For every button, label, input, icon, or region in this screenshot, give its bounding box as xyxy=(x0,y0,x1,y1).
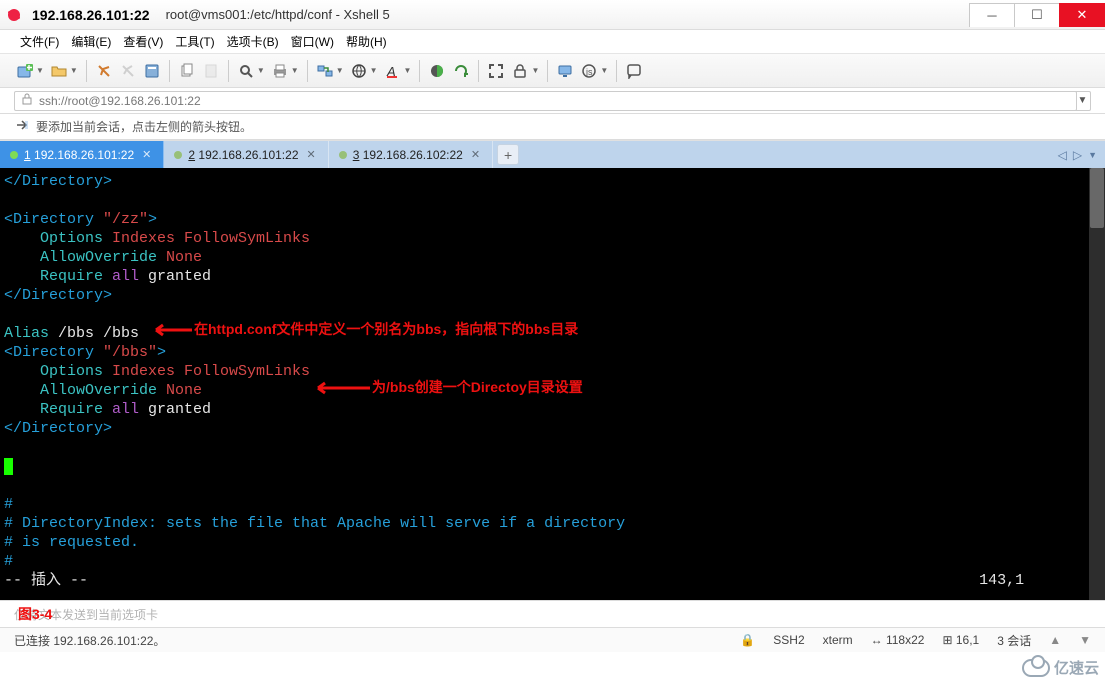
app-icon xyxy=(6,7,22,23)
close-button[interactable]: ✕ xyxy=(1059,3,1105,27)
session-tab-2[interactable]: 2 192.168.26.101:22 ✕ xyxy=(164,141,328,168)
menu-file[interactable]: 文件(F) xyxy=(16,31,63,52)
hint-bar: 要添加当前会话，点击左侧的箭头按钮。 xyxy=(0,114,1105,140)
open-session-icon[interactable] xyxy=(48,60,70,82)
dropdown-icon[interactable]: ▼ xyxy=(291,66,299,75)
status-up-icon[interactable]: ▲ xyxy=(1049,633,1061,647)
globe-icon[interactable] xyxy=(348,60,370,82)
terminal[interactable]: </Directory> <Directory "/zz"> Options I… xyxy=(0,168,1105,600)
menu-window[interactable]: 窗口(W) xyxy=(287,31,338,52)
annotation-2: 为/bbs创建一个Directoy目录设置 xyxy=(310,378,583,397)
status-cursor: ⊞ 16,1 xyxy=(942,633,979,647)
title-path: root@vms001:/etc/httpd/conf - Xshell 5 xyxy=(166,7,390,22)
cloud-icon xyxy=(1022,659,1050,677)
minimize-button[interactable]: ─ xyxy=(969,3,1015,27)
arrow-add-icon[interactable] xyxy=(14,117,30,136)
disconnect-icon[interactable] xyxy=(117,60,139,82)
tab-close-icon[interactable]: ✕ xyxy=(140,148,153,161)
menu-view[interactable]: 查看(V) xyxy=(119,31,167,52)
window-controls: ─ ☐ ✕ xyxy=(970,3,1105,27)
menu-tabs[interactable]: 选项卡(B) xyxy=(223,31,283,52)
script-icon[interactable]: js xyxy=(578,60,600,82)
transfer-icon[interactable] xyxy=(314,60,336,82)
scrollbar[interactable] xyxy=(1089,168,1105,600)
status-term: xterm xyxy=(823,633,853,647)
status-sessions: 3 会话 xyxy=(997,632,1031,649)
dropdown-icon[interactable]: ▼ xyxy=(404,66,412,75)
status-dot-icon xyxy=(10,151,18,159)
menu-bar: 文件(F) 编辑(E) 查看(V) 工具(T) 选项卡(B) 窗口(W) 帮助(… xyxy=(0,30,1105,54)
status-dot-icon xyxy=(339,151,347,159)
svg-text:js: js xyxy=(585,67,593,77)
search-icon[interactable] xyxy=(235,60,257,82)
status-connection: 已连接 192.168.26.101:22。 xyxy=(14,632,165,649)
title-host: 192.168.26.101:22 xyxy=(28,3,160,27)
lock-small-icon xyxy=(21,93,33,108)
status-ssh: SSH2 xyxy=(773,633,804,647)
session-tab-1[interactable]: 1 192.168.26.101:22 ✕ xyxy=(0,141,164,168)
dropdown-icon[interactable]: ▼ xyxy=(600,66,608,75)
new-session-icon[interactable] xyxy=(14,60,36,82)
font-icon[interactable]: A xyxy=(382,60,404,82)
tab-next-icon[interactable]: ▷ xyxy=(1073,148,1082,162)
menu-help[interactable]: 帮助(H) xyxy=(342,31,391,52)
figure-label: 图3-4 xyxy=(18,604,52,624)
reconnect-icon[interactable] xyxy=(93,60,115,82)
screen-icon[interactable] xyxy=(554,60,576,82)
dropdown-icon[interactable]: ▼ xyxy=(370,66,378,75)
session-tab-3[interactable]: 3 192.168.26.102:22 ✕ xyxy=(329,141,493,168)
hint-text: 要添加当前会话，点击左侧的箭头按钮。 xyxy=(36,118,252,135)
address-dropdown[interactable]: ▼ xyxy=(1075,91,1091,111)
status-size: ↔ 118x22 xyxy=(871,633,925,647)
menu-edit[interactable]: 编辑(E) xyxy=(67,31,115,52)
maximize-button[interactable]: ☐ xyxy=(1014,3,1060,27)
address-input[interactable]: ssh://root@192.168.26.101:22 xyxy=(14,91,1077,111)
status-dot-icon xyxy=(174,151,182,159)
menu-tools[interactable]: 工具(T) xyxy=(171,31,218,52)
toolbar: ▼ ▼ ▼ ▼ ▼ ▼ A ▼ ▼ js ▼ xyxy=(0,54,1105,88)
properties-icon[interactable] xyxy=(141,60,163,82)
status-ssh-icon: 🔒 xyxy=(740,633,755,647)
dropdown-icon[interactable]: ▼ xyxy=(36,66,44,75)
tab-menu-icon[interactable]: ▼ xyxy=(1088,150,1097,160)
tab-close-icon[interactable]: ✕ xyxy=(305,148,318,161)
paste-icon[interactable] xyxy=(200,60,222,82)
address-bar: ssh://root@192.168.26.101:22 ▼ xyxy=(0,88,1105,114)
scroll-thumb[interactable] xyxy=(1090,168,1104,228)
add-tab-button[interactable]: + xyxy=(497,144,519,165)
tab-nav: ◁ ▷ ▼ xyxy=(1050,141,1105,168)
color-scheme-icon[interactable] xyxy=(426,60,448,82)
print-icon[interactable] xyxy=(269,60,291,82)
status-bar: 已连接 192.168.26.101:22。 🔒 SSH2 xterm ↔ 11… xyxy=(0,628,1105,652)
lock-icon[interactable] xyxy=(509,60,531,82)
refresh-icon[interactable] xyxy=(450,60,472,82)
cursor xyxy=(4,458,13,475)
annotation-1: 在httpd.conf文件中定义一个别名为bbs，指向根下的bbs目录 xyxy=(148,320,578,339)
dropdown-icon[interactable]: ▼ xyxy=(531,66,539,75)
tab-prev-icon[interactable]: ◁ xyxy=(1058,148,1067,162)
tabs-row: 1 192.168.26.101:22 ✕ 2 192.168.26.101:2… xyxy=(0,140,1105,168)
tab-close-icon[interactable]: ✕ xyxy=(469,148,482,161)
title-bar: 192.168.26.101:22 root@vms001:/etc/httpd… xyxy=(0,0,1105,30)
dropdown-icon[interactable]: ▼ xyxy=(336,66,344,75)
fullscreen-icon[interactable] xyxy=(485,60,507,82)
command-input-row[interactable]: 仅将文本发送到当前选项卡 图3-4 xyxy=(0,600,1105,628)
dropdown-icon[interactable]: ▼ xyxy=(257,66,265,75)
watermark: 亿速云 xyxy=(1022,657,1099,678)
dropdown-icon[interactable]: ▼ xyxy=(70,66,78,75)
help-icon[interactable] xyxy=(623,60,645,82)
address-text: ssh://root@192.168.26.101:22 xyxy=(39,94,201,108)
copy-icon[interactable] xyxy=(176,60,198,82)
status-down-icon[interactable]: ▼ xyxy=(1079,633,1091,647)
